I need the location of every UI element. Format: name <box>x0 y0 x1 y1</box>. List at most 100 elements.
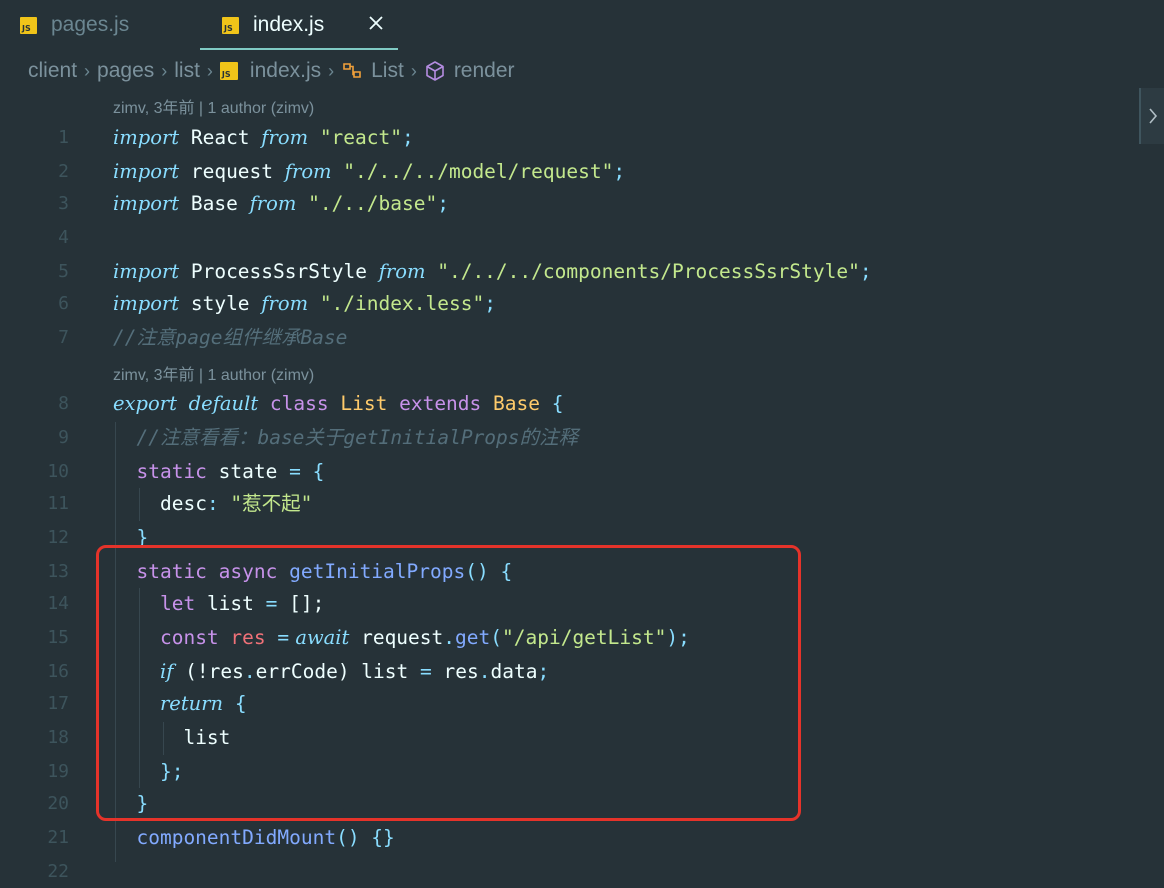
code-line[interactable]: 21 componentDidMount() {} <box>0 821 1130 854</box>
code-line[interactable]: 7 //注意page组件继承Base <box>0 321 1130 354</box>
chevron-right-icon: › <box>410 60 417 81</box>
keyword: from <box>378 260 426 283</box>
breadcrumb: client › pages › list › JS index.js › Li… <box>28 56 515 86</box>
line-number: 9 <box>58 427 69 448</box>
code-line[interactable]: 1 import React from "react"; <box>0 121 1130 154</box>
code-line[interactable]: 2 import request from "./../../model/req… <box>0 155 1130 188</box>
line-number: 5 <box>58 261 69 282</box>
chevron-right-icon: › <box>161 60 168 81</box>
comment: //注意看看：base关于getInitialProps的注释 <box>136 426 579 449</box>
class-name: List <box>340 392 388 415</box>
line-number: 16 <box>47 661 69 682</box>
line-number: 11 <box>47 493 69 514</box>
keyword: from <box>261 292 309 315</box>
punctuation: {} <box>359 826 395 849</box>
js-file-icon: JS <box>219 62 238 80</box>
line-number: 22 <box>47 861 69 882</box>
chevron-right-icon: › <box>84 60 91 81</box>
code-line[interactable]: 3 import Base from "./../base"; <box>0 187 1130 220</box>
string-literal: "惹不起" <box>218 492 313 515</box>
code-line[interactable]: 11 desc: "惹不起" <box>0 487 1130 520</box>
code-line[interactable]: 6 import style from "./index.less"; <box>0 287 1130 320</box>
keyword: import <box>113 292 180 315</box>
punctuation: ; <box>859 260 872 283</box>
chevron-right-icon: › <box>328 60 335 81</box>
highlight-annotation-box <box>96 545 801 821</box>
method-cube-icon <box>424 60 446 82</box>
line-number: 14 <box>47 593 69 614</box>
line-number: 20 <box>47 793 69 814</box>
active-tab-indicator <box>200 48 398 50</box>
code-line[interactable]: 4 <box>0 221 1130 254</box>
breadcrumb-item-render[interactable]: render <box>454 59 515 83</box>
breadcrumb-item-pages[interactable]: pages <box>97 59 154 83</box>
line-number: 3 <box>58 193 69 214</box>
line-number: 10 <box>47 461 69 482</box>
chevron-right-icon <box>1149 108 1158 124</box>
punctuation: { <box>551 392 564 415</box>
codelens-author[interactable]: zimv, 3年前 | 1 author (zimv) <box>113 361 314 385</box>
js-file-icon: JS <box>222 16 239 34</box>
line-number: 21 <box>47 827 69 848</box>
keyword: default <box>188 392 259 415</box>
keyword: import <box>113 160 180 183</box>
operator: = <box>289 460 301 483</box>
identifier: request <box>179 160 285 183</box>
keyword: static <box>136 460 207 483</box>
code-line[interactable]: 10 static state = { <box>0 455 1130 488</box>
line-number: 2 <box>58 161 69 182</box>
chevron-right-icon: › <box>206 60 213 81</box>
code-line[interactable]: 22 <box>0 855 1130 882</box>
identifier: state <box>206 460 290 483</box>
identifier: ProcessSsrStyle <box>179 260 379 283</box>
line-number: 19 <box>47 761 69 782</box>
line-number: 15 <box>47 627 69 648</box>
line-number: 1 <box>58 127 69 148</box>
line-number: 7 <box>58 327 69 348</box>
line-number: 6 <box>58 293 69 314</box>
tab-label: pages.js <box>51 13 130 36</box>
identifier: React <box>179 126 262 149</box>
keyword: import <box>113 192 180 215</box>
breadcrumb-item-list[interactable]: list <box>174 59 200 83</box>
punctuation: ; <box>437 192 449 215</box>
code-line[interactable]: 8 export default class List extends Base… <box>0 387 1130 420</box>
tab-index-js[interactable]: JS index.js <box>222 0 324 50</box>
keyword: from <box>249 192 297 215</box>
punctuation: : <box>206 492 219 515</box>
punctuation: ; <box>484 292 496 315</box>
class-symbol-icon <box>341 60 363 82</box>
code-line[interactable]: 9 //注意看看：base关于getInitialProps的注释 <box>0 421 1130 454</box>
function-name: componentDidMount <box>136 826 337 849</box>
string-literal: "./../../components/ProcessSsrStyle" <box>425 260 860 283</box>
class-name: Base <box>493 392 540 415</box>
keyword: from <box>261 126 309 149</box>
punctuation: () <box>336 826 360 849</box>
comment: //注意page组件继承Base <box>113 326 348 349</box>
line-number: 4 <box>58 227 69 248</box>
string-literal: "./../../model/request" <box>331 160 614 183</box>
js-file-icon: JS <box>20 16 37 34</box>
string-literal: "./../base" <box>296 192 438 215</box>
identifier: Base <box>179 192 250 215</box>
breadcrumb-item-index-js[interactable]: index.js <box>250 59 321 83</box>
keyword: import <box>113 126 180 149</box>
property-key: desc <box>159 492 207 515</box>
code-line[interactable]: 5 import ProcessSsrStyle from "./../../c… <box>0 255 1130 288</box>
string-literal: "./index.less" <box>308 292 485 315</box>
tab-label: index.js <box>253 13 325 36</box>
breadcrumb-item-list-class[interactable]: List <box>371 59 404 83</box>
punctuation: ; <box>402 126 414 149</box>
tab-bar: JS pages.js JS index.js <box>0 0 1164 50</box>
line-number: 17 <box>47 693 69 714</box>
tab-pages-js[interactable]: JS pages.js <box>20 0 129 50</box>
string-literal: "react" <box>308 126 402 149</box>
close-icon[interactable] <box>366 13 386 33</box>
breadcrumb-item-client[interactable]: client <box>28 59 77 83</box>
keyword: from <box>284 160 332 183</box>
codelens-author[interactable]: zimv, 3年前 | 1 author (zimv) <box>113 94 314 118</box>
keyword: extends <box>399 392 482 415</box>
line-number: 12 <box>47 527 69 548</box>
keyword: import <box>113 260 180 283</box>
side-panel-toggle[interactable] <box>1139 88 1164 144</box>
